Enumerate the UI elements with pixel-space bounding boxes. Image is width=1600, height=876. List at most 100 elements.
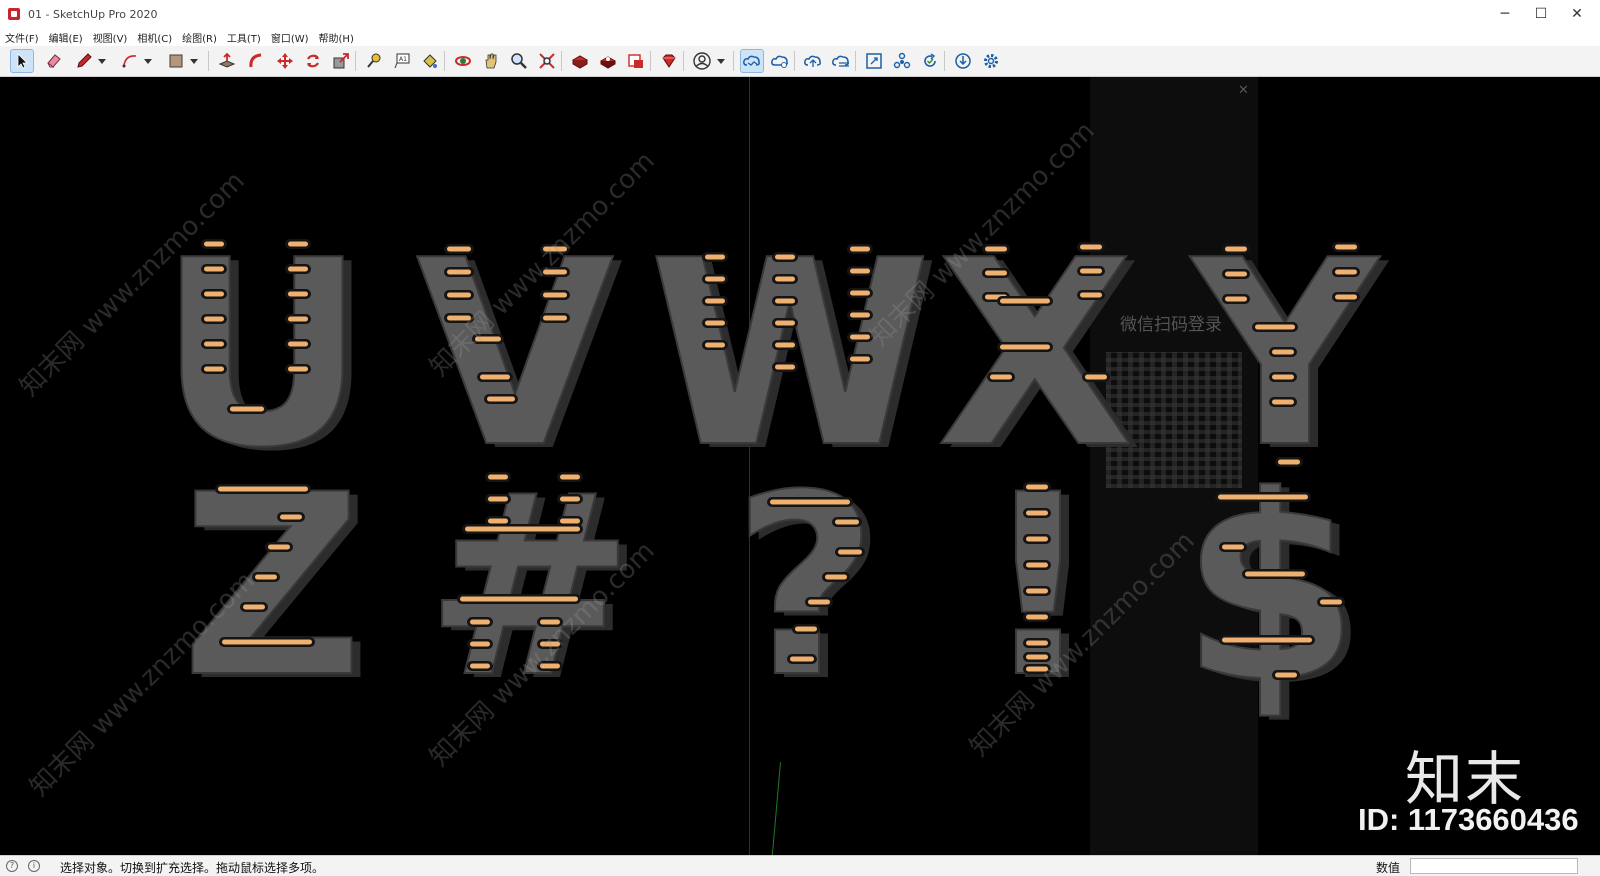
settings-icon[interactable] xyxy=(979,49,1003,73)
bulb-tube xyxy=(1335,294,1357,300)
tape-measure-icon[interactable] xyxy=(362,49,386,73)
zoom-icon[interactable] xyxy=(507,49,531,73)
bulb-tube xyxy=(838,549,862,555)
bulb-tube xyxy=(1225,246,1247,252)
model-viewport[interactable]: ✕ 微信扫码登录 UUVVWWXXYYZZ##??!!$$ 知末网 www.zn… xyxy=(0,77,1600,855)
geo-location-icon[interactable]: ? xyxy=(6,860,18,872)
measurements-label: 数值 xyxy=(1376,861,1401,875)
pencil-icon[interactable] xyxy=(72,49,96,73)
toolbar-separator xyxy=(355,51,356,71)
bulb-tube xyxy=(268,544,290,550)
bulb-tube xyxy=(243,604,265,610)
bulb-tube xyxy=(204,366,224,372)
menu-tools[interactable]: 工具(T) xyxy=(222,30,266,45)
bulb-tube xyxy=(204,316,224,322)
bulb-tube xyxy=(775,320,795,326)
layout-icon[interactable] xyxy=(624,49,648,73)
bulb-tube xyxy=(288,366,308,372)
account-dropdown-icon[interactable] xyxy=(716,49,726,73)
shape-dropdown-icon[interactable] xyxy=(189,49,199,73)
measurements-input[interactable] xyxy=(1410,858,1578,874)
bulb-tube xyxy=(543,315,567,321)
bulb-tube xyxy=(775,342,795,348)
select-icon[interactable] xyxy=(10,49,34,73)
download-icon[interactable] xyxy=(951,49,975,73)
menu-window[interactable]: 窗口(W) xyxy=(266,30,314,45)
cloud-sync-icon[interactable] xyxy=(768,49,792,73)
account-icon[interactable] xyxy=(690,49,714,73)
bulb-tube xyxy=(1335,244,1357,250)
orbit-icon[interactable] xyxy=(451,49,475,73)
arc-dropdown-icon[interactable] xyxy=(143,49,153,73)
zoom-extents-icon[interactable] xyxy=(535,49,559,73)
bulb-tube xyxy=(540,663,560,669)
bulb-tube xyxy=(543,269,567,275)
bulb-tube xyxy=(705,320,725,326)
bulb-tube xyxy=(475,336,501,342)
rectangle-icon[interactable] xyxy=(164,49,188,73)
move-icon[interactable] xyxy=(273,49,297,73)
scale-icon[interactable] xyxy=(329,49,353,73)
close-button[interactable]: ✕ xyxy=(1554,0,1600,28)
menu-draw[interactable]: 绘图(R) xyxy=(177,30,222,45)
bulb-tube xyxy=(795,626,817,632)
rotate-icon[interactable] xyxy=(301,49,325,73)
follow-me-icon[interactable] xyxy=(244,49,268,73)
menu-camera[interactable]: 相机(C) xyxy=(132,30,177,45)
row2-glyph: $ xyxy=(1181,441,1359,739)
row2-glyph: # xyxy=(425,441,635,732)
bulb-tube xyxy=(447,269,471,275)
bulb-tube xyxy=(288,266,308,272)
bulb-tube xyxy=(1222,544,1244,550)
arc-icon[interactable] xyxy=(118,49,142,73)
trimble-connect-icon[interactable] xyxy=(740,49,764,73)
bulb-tube xyxy=(204,291,224,297)
bulb-tube xyxy=(850,334,870,340)
bulb-tube xyxy=(288,341,308,347)
bulb-tube xyxy=(1080,292,1102,298)
push-pull-icon[interactable] xyxy=(215,49,239,73)
bulb-tube xyxy=(775,276,795,282)
window-title: 01 - SketchUp Pro 2020 xyxy=(28,7,158,21)
bulb-tube xyxy=(775,254,795,260)
bulb-tube xyxy=(705,298,725,304)
bulb-tube xyxy=(218,486,308,492)
text-icon[interactable]: A1 xyxy=(390,49,414,73)
bulb-tube xyxy=(1026,562,1048,568)
bulb-tube xyxy=(1225,271,1247,277)
reload-icon[interactable] xyxy=(918,49,942,73)
bulb-tube xyxy=(1225,296,1247,302)
menu-view[interactable]: 视图(V) xyxy=(88,30,133,45)
main-toolbar: A1 xyxy=(0,46,1600,77)
extension-warehouse-icon[interactable] xyxy=(596,49,620,73)
bulb-tube xyxy=(1026,510,1048,516)
bulb-tube xyxy=(280,514,302,520)
bulb-tube xyxy=(204,341,224,347)
bulb-tube xyxy=(540,641,560,647)
menu-file[interactable]: 文件(F) xyxy=(0,30,44,45)
paint-bucket-icon[interactable] xyxy=(418,49,442,73)
bulb-tube xyxy=(1080,244,1102,250)
3d-warehouse-icon[interactable] xyxy=(568,49,592,73)
bulb-tube xyxy=(985,246,1007,252)
bulb-tube xyxy=(1278,459,1300,465)
eraser-icon[interactable] xyxy=(42,49,66,73)
components-icon[interactable] xyxy=(890,49,914,73)
bulb-tube xyxy=(1026,640,1048,646)
menu-help[interactable]: 帮助(H) xyxy=(314,30,359,45)
ruby-icon[interactable] xyxy=(657,49,681,73)
pan-icon[interactable] xyxy=(479,49,503,73)
bulb-tube xyxy=(1335,269,1357,275)
menu-edit[interactable]: 编辑(E) xyxy=(44,30,88,45)
bulb-tube xyxy=(288,241,308,247)
toolbar-separator xyxy=(208,51,209,71)
bulb-tube xyxy=(288,316,308,322)
bulb-tube xyxy=(222,639,312,645)
info-icon[interactable]: i xyxy=(28,860,40,872)
cloud-open-icon[interactable] xyxy=(801,49,825,73)
pencil-dropdown-icon[interactable] xyxy=(97,49,107,73)
fullscreen-icon[interactable] xyxy=(862,49,886,73)
bulb-tube xyxy=(204,266,224,272)
toolbar-separator xyxy=(944,51,945,71)
cloud-share-icon[interactable] xyxy=(829,49,853,73)
